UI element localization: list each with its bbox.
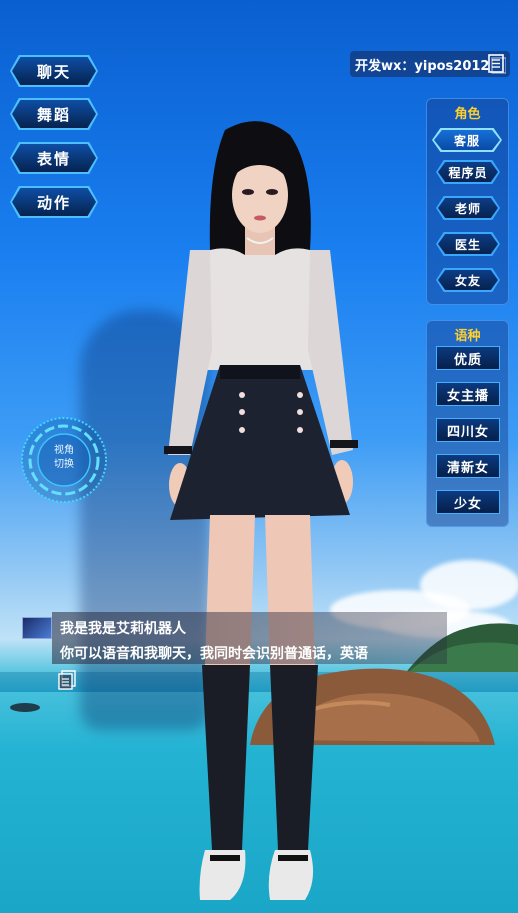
role-label: 程序员	[438, 162, 498, 182]
chat-button[interactable]: 聊天	[10, 55, 98, 87]
developer-badge[interactable]: 开发wx：yipos2012	[350, 51, 510, 77]
chat-avatar	[22, 617, 52, 639]
voice-panel: 语种 优质 女主播 四川女 清新女 少女	[426, 320, 509, 527]
role-panel: 角色 客服 程序员 老师 医生 女友	[426, 98, 509, 305]
role-customer-service[interactable]: 客服	[432, 128, 502, 152]
role-panel-title: 角色	[454, 107, 481, 122]
voice-fresh-female[interactable]: 清新女	[436, 454, 500, 478]
chat-message-line2: 你可以语音和我聊天，我同时会识别普通话，英语	[60, 646, 368, 662]
role-girlfriend[interactable]: 女友	[436, 268, 500, 292]
role-label: 医生	[438, 234, 498, 254]
view-toggle-label: 视角 切换	[20, 444, 108, 472]
role-programmer[interactable]: 程序员	[436, 160, 500, 184]
role-label: 客服	[434, 130, 500, 150]
role-teacher[interactable]: 老师	[436, 196, 500, 220]
developer-label: 开发wx：yipos2012	[355, 58, 490, 74]
action-button[interactable]: 动作	[10, 186, 98, 218]
document-icon[interactable]	[488, 54, 506, 74]
expression-button-label: 表情	[12, 144, 96, 172]
copy-icon[interactable]	[58, 670, 76, 690]
chat-message-line1: 我是我是艾莉机器人	[60, 621, 186, 637]
role-label: 老师	[438, 198, 498, 218]
role-label: 女友	[438, 270, 498, 290]
voice-sichuan-female[interactable]: 四川女	[436, 418, 500, 442]
action-button-label: 动作	[12, 188, 96, 216]
voice-girl[interactable]: 少女	[436, 490, 500, 514]
avatar-character[interactable]	[150, 110, 370, 910]
chat-button-label: 聊天	[12, 57, 96, 85]
dance-button-label: 舞蹈	[12, 100, 96, 128]
voice-premium[interactable]: 优质	[436, 346, 500, 370]
view-toggle-button[interactable]: 视角 切换	[20, 416, 108, 504]
expression-button[interactable]: 表情	[10, 142, 98, 174]
chat-overlay: 我是我是艾莉机器人 你可以语音和我聊天，我同时会识别普通话，英语	[22, 612, 447, 692]
voice-panel-title: 语种	[454, 329, 481, 344]
small-rock	[10, 703, 40, 712]
dance-button[interactable]: 舞蹈	[10, 98, 98, 130]
voice-female-anchor[interactable]: 女主播	[436, 382, 500, 406]
role-doctor[interactable]: 医生	[436, 232, 500, 256]
view-toggle-line1: 视角	[54, 445, 74, 456]
view-toggle-line2: 切换	[54, 459, 74, 470]
